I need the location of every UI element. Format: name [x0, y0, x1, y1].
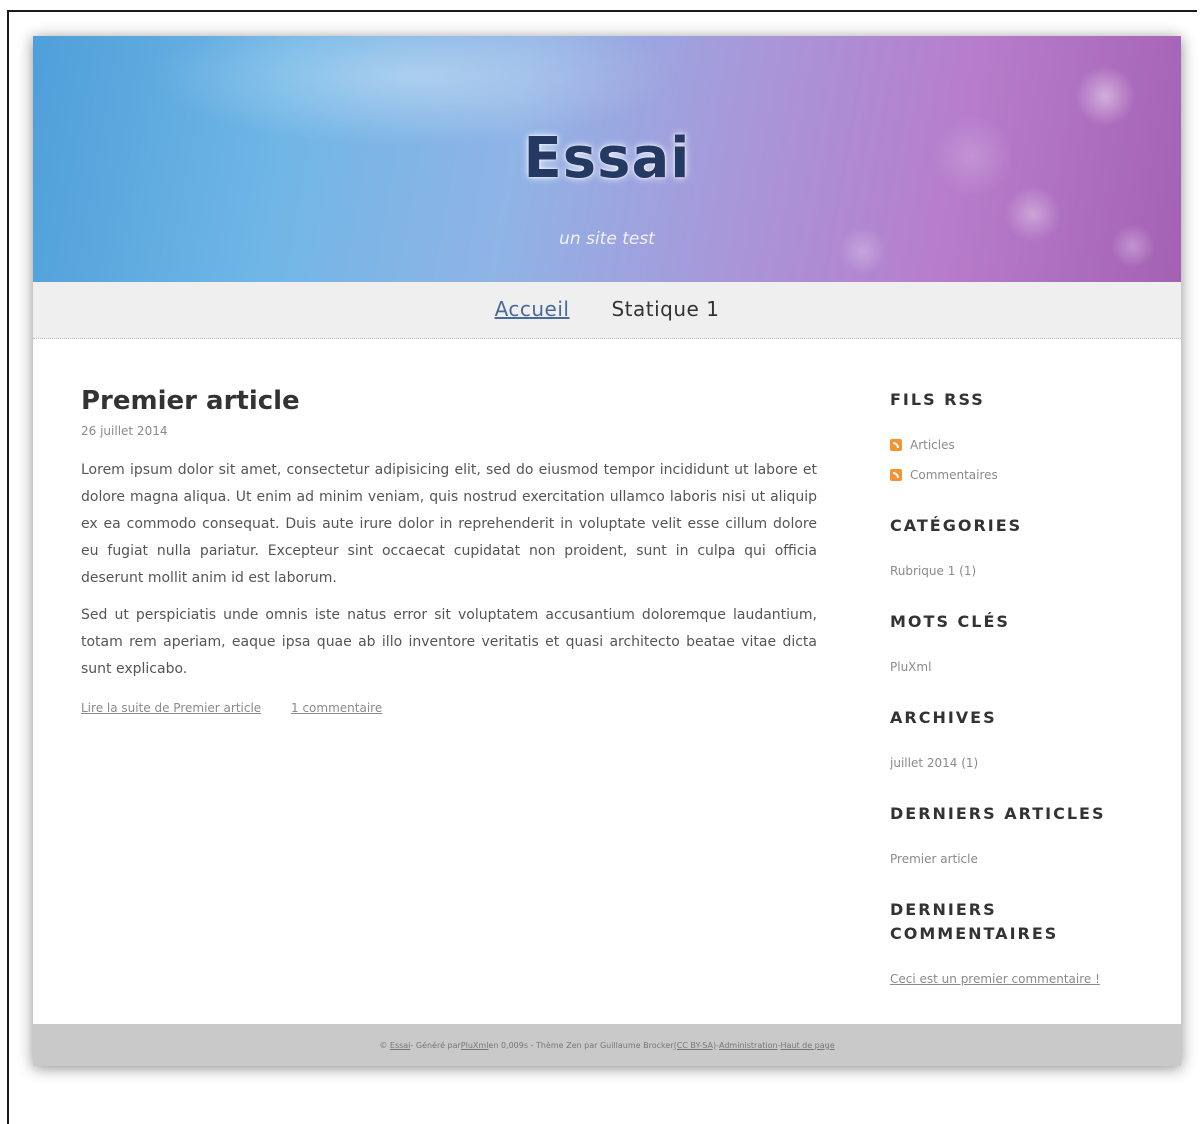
article: Premier article 26 juillet 2014 Lorem ip…: [81, 386, 817, 715]
footer-copyright: ©: [379, 1040, 388, 1050]
tags-widget: MOTS CLÉS PluXml: [890, 610, 1150, 682]
latest-comment-item: Ceci est un premier commentaire !: [890, 964, 1150, 994]
article-title[interactable]: Premier article: [81, 386, 817, 416]
rss-icon: [890, 439, 902, 451]
rss-icon: [890, 469, 902, 481]
site-title[interactable]: Essai: [33, 126, 1181, 191]
widget-title: MOTS CLÉS: [890, 612, 1010, 631]
comments-link[interactable]: 1 commentaire: [291, 701, 382, 715]
site-footer: © Essai - Généré par PluXml en 0,009s - …: [33, 1024, 1181, 1066]
widget-title: CATÉGORIES: [890, 516, 1023, 535]
rss-articles-item[interactable]: Articles: [890, 430, 1150, 460]
latest-comments-widget: DERNIERS COMMENTAIRES Ceci est un premie…: [890, 898, 1150, 994]
page: Essai un site test Accueil Statique 1 Pr…: [33, 36, 1181, 1066]
archives-widget: ARCHIVES juillet 2014 (1): [890, 706, 1150, 778]
nav-item-accueil[interactable]: Accueil: [495, 297, 570, 323]
footer-pluxml-link[interactable]: PluXml: [461, 1041, 489, 1050]
footer-admin-link[interactable]: Administration: [719, 1041, 778, 1050]
article-paragraph: Sed ut perspiciatis unde omnis iste natu…: [81, 607, 817, 677]
latest-comment-link[interactable]: Ceci est un premier commentaire !: [890, 972, 1100, 986]
footer-license-link[interactable]: (CC BY-SA): [674, 1041, 717, 1050]
rss-comments-item[interactable]: Commentaires: [890, 460, 1150, 490]
article-date: 26 juillet 2014: [81, 424, 168, 438]
widget-title: FILS RSS: [890, 390, 985, 409]
site-subtitle: un site test: [559, 229, 655, 249]
tag-item[interactable]: PluXml: [890, 652, 1150, 682]
nav-item-statique-1[interactable]: Statique 1: [611, 297, 719, 323]
read-more-link[interactable]: Lire la suite de Premier article: [81, 701, 261, 715]
category-item[interactable]: Rubrique 1 (1): [890, 556, 1150, 586]
rss-comments-label[interactable]: Commentaires: [910, 460, 998, 490]
widget-title: ARCHIVES: [890, 708, 997, 727]
rss-articles-label[interactable]: Articles: [910, 430, 955, 460]
site-header: Essai un site test: [33, 36, 1181, 282]
footer-text: - Généré par: [410, 1040, 461, 1050]
article-links: Lire la suite de Premier article 1 comme…: [81, 701, 817, 715]
categories-widget: CATÉGORIES Rubrique 1 (1): [890, 514, 1150, 586]
latest-article-item[interactable]: Premier article: [890, 844, 1150, 874]
footer-site-link[interactable]: Essai: [390, 1041, 411, 1050]
article-paragraph: Lorem ipsum dolor sit amet, consectetur …: [81, 462, 817, 586]
rss-widget: FILS RSS Articles Commentaires: [890, 388, 1150, 490]
latest-articles-widget: DERNIERS ARTICLES Premier article: [890, 802, 1150, 874]
archive-item[interactable]: juillet 2014 (1): [890, 748, 1150, 778]
sidebar: FILS RSS Articles Commentaires CATÉGORIE…: [890, 388, 1150, 1018]
footer-text: en 0,009s - Thème Zen par Guillaume Broc…: [488, 1040, 674, 1050]
widget-title: DERNIERS ARTICLES: [890, 804, 1106, 823]
footer-top-link[interactable]: Haut de page: [780, 1041, 834, 1050]
widget-title: DERNIERS COMMENTAIRES: [890, 900, 1059, 943]
main-nav: Accueil Statique 1: [33, 282, 1181, 339]
